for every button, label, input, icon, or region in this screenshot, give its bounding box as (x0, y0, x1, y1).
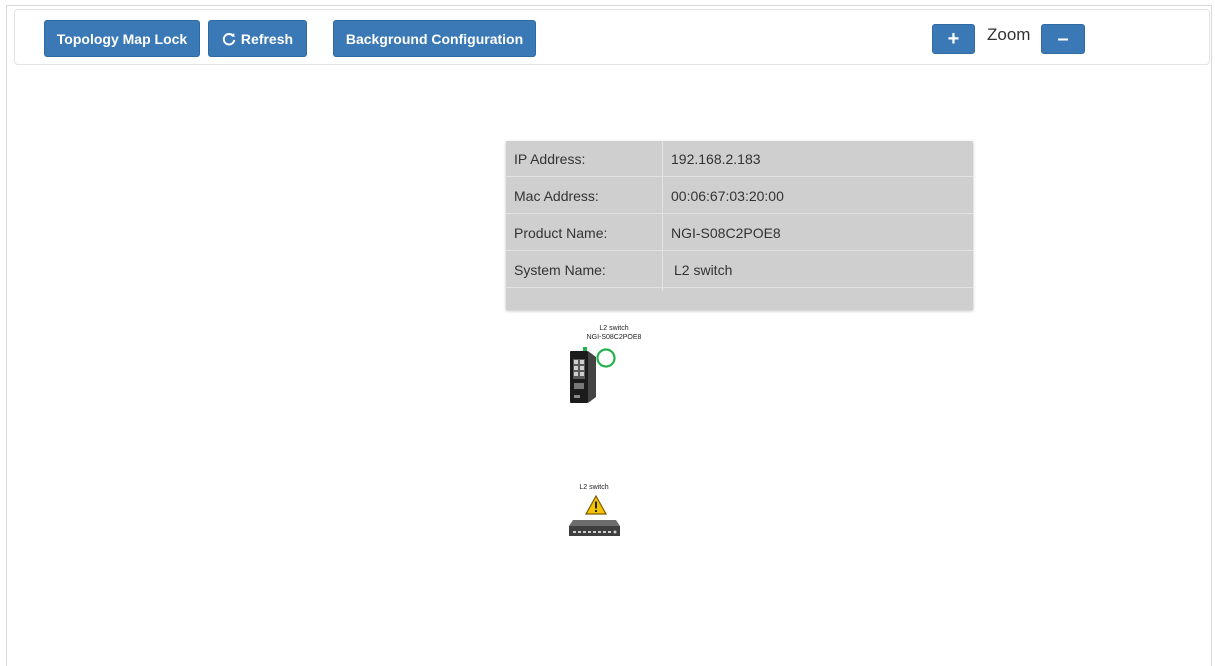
info-value: 00:06:67:03:20:00 (671, 188, 784, 204)
device-system-name: L2 switch (579, 484, 609, 491)
info-key: IP Address: (514, 151, 586, 167)
info-row-product: Product Name: NGI-S08C2POE8 (506, 215, 973, 251)
zoom-in-button[interactable]: + (932, 24, 975, 54)
info-key: Product Name: (514, 225, 608, 241)
info-row-ip: IP Address: 192.168.2.183 (506, 141, 973, 177)
device-label: L2 switch NGI-S08C2POE8 (578, 324, 650, 342)
zoom-label: Zoom (987, 25, 1031, 44)
device-system-name: L2 switch (599, 325, 629, 332)
device-label: L2 switch (570, 483, 618, 492)
info-row-system: System Name: L2 switch (506, 252, 973, 288)
online-status-icon (596, 348, 616, 368)
topology-map-lock-button[interactable]: Topology Map Lock (44, 20, 200, 57)
warning-icon (585, 495, 607, 515)
info-key: Mac Address: (514, 188, 599, 204)
background-configuration-button[interactable]: Background Configuration (333, 20, 536, 57)
info-key: System Name: (514, 262, 606, 278)
device-info-tooltip: IP Address: 192.168.2.183 Mac Address: 0… (506, 141, 973, 310)
info-value: L2 switch (674, 262, 733, 278)
device-product-name: NGI-S08C2POE8 (586, 334, 642, 341)
desktop-switch-icon[interactable] (567, 516, 622, 540)
info-row-mac: Mac Address: 00:06:67:03:20:00 (506, 178, 973, 214)
refresh-label: Refresh (240, 30, 294, 47)
info-value: 192.168.2.183 (671, 151, 761, 167)
refresh-icon (222, 32, 236, 45)
zoom-out-button[interactable]: – (1041, 24, 1085, 54)
refresh-button[interactable]: Refresh (208, 20, 307, 57)
info-value: NGI-S08C2POE8 (671, 225, 781, 241)
